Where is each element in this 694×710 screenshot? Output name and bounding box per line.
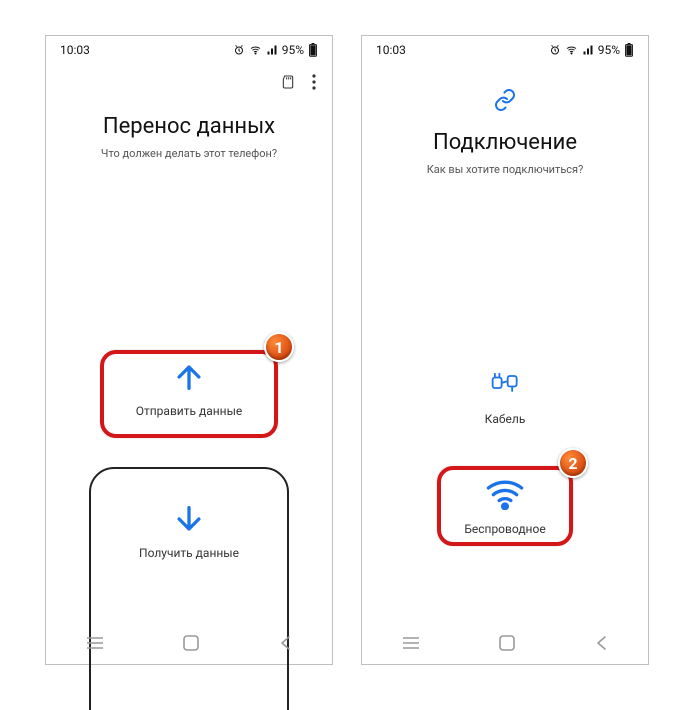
cable-icon xyxy=(487,364,523,400)
status-time: 10:03 xyxy=(60,43,90,57)
battery-text: 95% xyxy=(598,43,620,57)
receive-data-option[interactable]: Получить данные xyxy=(74,502,304,560)
arrow-down-icon xyxy=(172,502,206,536)
page-title: Подключение xyxy=(362,130,648,155)
status-bar: 10:03 95% xyxy=(362,36,648,64)
page-header: Подключение Как вы хотите подключиться? xyxy=(362,130,648,176)
cable-label: Кабель xyxy=(485,412,526,426)
page-subtitle: Как вы хотите подключиться? xyxy=(362,163,648,176)
annotation-badge-2: 2 xyxy=(558,448,588,478)
status-right: 95% xyxy=(233,43,318,57)
cable-option[interactable]: Кабель xyxy=(485,364,526,426)
phone-screen-2: 10:03 95% Подключение Как вы хотите подк… xyxy=(361,35,649,665)
signal-icon xyxy=(582,44,594,56)
nav-home-icon[interactable] xyxy=(499,635,515,651)
device-outline-icon xyxy=(74,460,304,710)
annotation-highlight-2 xyxy=(437,466,573,546)
link-icon xyxy=(362,88,648,116)
battery-icon xyxy=(624,43,634,57)
sd-card-icon[interactable] xyxy=(280,73,296,91)
page-header: Перенос данных Что должен делать этот те… xyxy=(46,114,332,160)
receive-container: Получить данные xyxy=(74,460,304,710)
nav-bar xyxy=(46,630,332,656)
more-icon[interactable] xyxy=(312,74,316,90)
status-right: 95% xyxy=(549,43,634,57)
nav-back-icon[interactable] xyxy=(278,635,292,651)
nav-home-icon[interactable] xyxy=(183,635,199,651)
phone-screen-1: 10:03 95% Перенос данных Что должен xyxy=(45,35,333,665)
annotation-highlight-1 xyxy=(100,350,278,438)
status-time: 10:03 xyxy=(376,43,406,57)
nav-recent-icon[interactable] xyxy=(86,636,104,650)
receive-data-label: Получить данные xyxy=(74,546,304,560)
page-title: Перенос данных xyxy=(46,114,332,139)
battery-icon xyxy=(308,43,318,57)
app-bar xyxy=(46,64,332,100)
nav-bar xyxy=(362,630,648,656)
signal-icon xyxy=(266,44,278,56)
nav-back-icon[interactable] xyxy=(594,635,608,651)
nav-recent-icon[interactable] xyxy=(402,636,420,650)
page-subtitle: Что должен делать этот телефон? xyxy=(46,147,332,160)
wifi-icon xyxy=(249,44,262,56)
annotation-badge-1: 1 xyxy=(264,332,294,362)
alarm-icon xyxy=(549,44,561,56)
status-bar: 10:03 95% xyxy=(46,36,332,64)
wifi-icon xyxy=(565,44,578,56)
battery-text: 95% xyxy=(282,43,304,57)
alarm-icon xyxy=(233,44,245,56)
